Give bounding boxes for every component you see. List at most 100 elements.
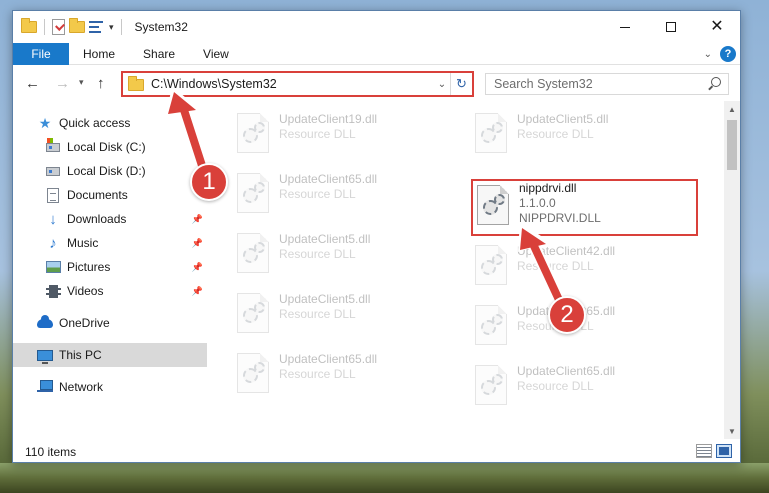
forward-arrow-icon[interactable]: →	[55, 75, 70, 92]
dll-file-icon	[237, 233, 269, 273]
properties-list-icon[interactable]	[89, 20, 105, 34]
sidebar-item-label: Local Disk (C:)	[67, 140, 146, 154]
sidebar-item-downloads[interactable]: ↓ Downloads 📌	[13, 207, 207, 231]
sidebar-item-music[interactable]: ♪ Music 📌	[13, 231, 207, 255]
properties-check-icon[interactable]	[52, 19, 65, 35]
search-input[interactable]	[494, 77, 704, 91]
tab-share[interactable]: Share	[129, 43, 189, 65]
sidebar-item-pictures[interactable]: Pictures 📌	[13, 255, 207, 279]
file-item[interactable]: UpdateClient5.dll Resource DLL	[469, 105, 689, 161]
file-name: UpdateClient65.dll	[517, 364, 616, 378]
sidebar-item-local-disk-d[interactable]: Local Disk (D:)	[13, 159, 207, 183]
address-folder-icon	[128, 76, 144, 91]
vertical-scrollbar[interactable]: ▲ ▼	[724, 101, 740, 439]
sidebar-item-label: Network	[59, 380, 104, 394]
file-name: UpdateClient65.dll	[279, 352, 378, 366]
sidebar-item-label: Downloads	[67, 212, 127, 226]
sidebar-item-label: This PC	[59, 348, 102, 362]
drive-c-icon	[45, 137, 61, 155]
tab-file[interactable]: File	[13, 42, 69, 65]
documents-icon	[45, 187, 61, 203]
file-item[interactable]: UpdateClient65.dllResource DLL	[469, 357, 689, 413]
maximize-icon	[666, 22, 676, 32]
refresh-icon[interactable]: ↻	[450, 73, 472, 95]
minimize-icon	[620, 26, 630, 28]
pin-icon[interactable]: 📌	[192, 214, 203, 225]
file-item[interactable]: UpdateClient65.dllResource DLL	[231, 345, 451, 401]
address-bar[interactable]: C:\Windows\System32 ⌄ ↻	[121, 71, 474, 97]
folder-icon	[21, 18, 37, 35]
sidebar-item-videos[interactable]: Videos 📌	[13, 279, 207, 303]
scroll-down-arrow-icon[interactable]: ▼	[724, 423, 740, 439]
pin-icon[interactable]: 📌	[192, 238, 203, 249]
address-dropdown-icon[interactable]: ⌄	[434, 79, 450, 90]
address-path[interactable]: C:\Windows\System32	[151, 77, 434, 91]
title-bar: ▾ System32 ✕	[13, 11, 740, 43]
videos-icon	[45, 283, 61, 299]
file-item[interactable]: UpdateClient19.dll Resource DLL	[231, 105, 451, 161]
dll-file-icon	[237, 113, 269, 153]
dll-file-icon	[237, 173, 269, 213]
scroll-thumb[interactable]	[727, 120, 737, 170]
scroll-up-arrow-icon[interactable]: ▲	[724, 101, 740, 117]
downloads-icon: ↓	[49, 210, 57, 228]
back-arrow-icon[interactable]: ←	[25, 75, 40, 92]
dll-file-icon	[475, 113, 507, 153]
file-name: UpdateClient65.dll	[279, 172, 378, 186]
sidebar-item-local-disk-c[interactable]: Local Disk (C:)	[13, 135, 207, 159]
details-view-icon[interactable]	[696, 444, 712, 458]
pin-icon[interactable]: 📌	[192, 286, 203, 297]
expand-ribbon-chevron-icon[interactable]: ⌄	[704, 49, 712, 60]
new-folder-icon[interactable]	[69, 18, 85, 35]
window-controls: ✕	[602, 11, 740, 43]
up-arrow-icon[interactable]: ↑	[97, 75, 105, 92]
quick-access-dropdown-icon[interactable]: ▾	[109, 22, 114, 33]
maximize-button[interactable]	[648, 11, 694, 43]
file-type: Resource DLL	[517, 259, 594, 273]
file-name: UpdateClient19.dll	[279, 112, 378, 126]
file-description: NIPPDRVI.DLL	[519, 211, 601, 225]
help-icon[interactable]: ?	[720, 46, 736, 62]
file-item[interactable]: UpdateClient65.dllResource DLL	[231, 165, 451, 221]
file-name: UpdateClient5.dll	[279, 292, 371, 306]
pin-icon[interactable]: 📌	[192, 262, 203, 273]
file-type: Resource DLL	[517, 127, 594, 141]
sidebar-item-label: Quick access	[59, 116, 131, 130]
file-item[interactable]: UpdateClient5.dll Resource DLL	[231, 285, 451, 341]
sidebar-item-documents[interactable]: Documents	[13, 183, 207, 207]
navigation-pane: ★ Quick access Local Disk (C:) Local Dis…	[13, 111, 209, 436]
search-icon[interactable]	[708, 77, 721, 90]
quick-access-toolbar: ▾	[13, 18, 125, 35]
onedrive-icon	[37, 314, 53, 331]
tab-view[interactable]: View	[189, 43, 243, 65]
sidebar-item-network[interactable]: Network	[13, 375, 207, 399]
file-type: Resource DLL	[279, 367, 356, 381]
desktop-background	[0, 463, 769, 493]
sidebar-item-label: Pictures	[67, 260, 111, 274]
minimize-button[interactable]	[602, 11, 648, 43]
sidebar-item-quick-access[interactable]: ★ Quick access	[13, 111, 207, 135]
this-pc-icon	[37, 347, 53, 364]
sidebar-item-label: OneDrive	[59, 316, 110, 330]
file-item[interactable]: UpdateClient5.dll Resource DLL	[231, 225, 451, 281]
network-icon	[37, 379, 53, 395]
sidebar-item-label: Local Disk (D:)	[67, 164, 146, 178]
sidebar-item-onedrive[interactable]: OneDrive	[13, 311, 207, 335]
item-count: 110 items	[25, 444, 77, 459]
file-type: Resource DLL	[279, 187, 356, 201]
dll-file-icon	[477, 185, 509, 225]
large-icons-view-icon[interactable]	[716, 444, 732, 458]
recent-locations-chevron-icon[interactable]: ▾	[79, 77, 84, 88]
file-type: Resource DLL	[279, 307, 356, 321]
status-bar: 110 items	[13, 441, 740, 462]
music-icon: ♪	[49, 234, 57, 252]
file-item[interactable]: UpdateClient42.dll Resource DLL	[469, 237, 689, 293]
file-item-nippdrvi[interactable]: nippdrvi.dll 1.1.0.0 NIPPDRVI.DLL	[471, 177, 691, 233]
close-button[interactable]: ✕	[694, 11, 740, 43]
dll-file-icon	[237, 293, 269, 333]
tab-home[interactable]: Home	[69, 43, 129, 65]
file-name: UpdateClient42.dll	[517, 244, 616, 258]
sidebar-item-this-pc[interactable]: This PC	[13, 343, 207, 367]
search-box[interactable]	[485, 73, 729, 95]
dll-file-icon	[475, 305, 507, 345]
